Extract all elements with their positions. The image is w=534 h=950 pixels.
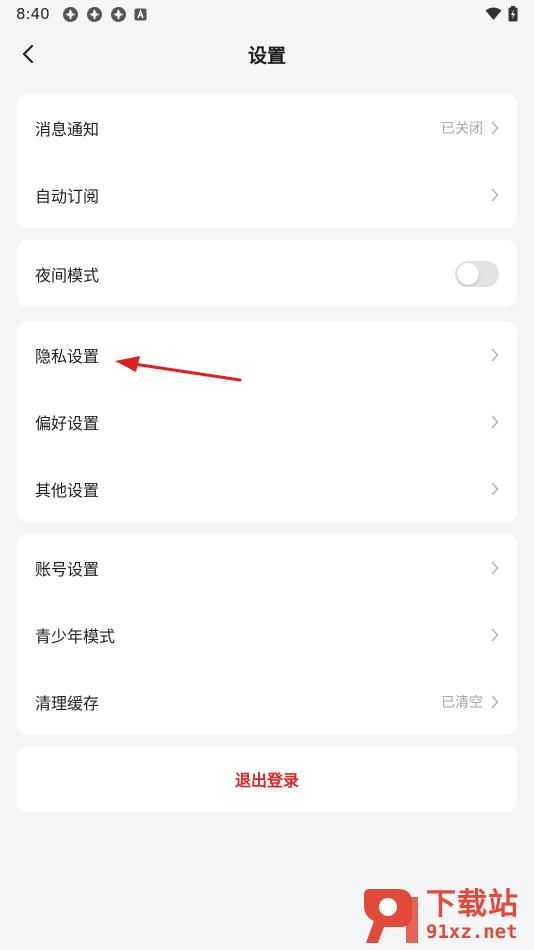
settings-item-label: 清理缓存	[35, 693, 100, 713]
settings-item-notifications[interactable]: 消息通知 已关闭	[17, 94, 517, 161]
settings-item-auto-subscribe[interactable]: 自动订阅	[17, 161, 517, 228]
settings-item-label: 自动订阅	[35, 186, 100, 206]
settings-item-label: 青少年模式	[35, 626, 116, 646]
chevron-right-icon	[491, 415, 499, 429]
wifi-icon	[485, 7, 502, 20]
night-mode-toggle[interactable]	[455, 260, 499, 287]
back-button[interactable]	[12, 38, 44, 70]
chevron-right-icon	[491, 695, 499, 709]
settings-item-preference[interactable]: 偏好设置	[17, 388, 517, 455]
chevron-right-icon	[491, 188, 499, 202]
status-system-icons	[485, 6, 518, 22]
chevron-right-icon	[491, 628, 499, 642]
settings-item-label: 夜间模式	[35, 265, 100, 285]
settings-item-account[interactable]: 账号设置	[17, 534, 517, 601]
settings-item-value: 已清空	[441, 694, 483, 711]
settings-group-notifications: 消息通知 已关闭 自动订阅	[17, 94, 517, 228]
watermark: 下载站 91xz.net	[360, 885, 530, 947]
settings-item-privacy[interactable]: 隐私设置	[17, 321, 517, 388]
settings-item-label: 消息通知	[35, 119, 100, 139]
settings-group-account: 账号设置 青少年模式 清理缓存 已清空	[17, 534, 517, 735]
chevron-right-icon	[491, 121, 499, 135]
chevron-right-icon	[491, 482, 499, 496]
nav-bar: 设置	[0, 28, 534, 80]
app-notification-icon	[62, 6, 78, 22]
a-letter-icon	[134, 8, 147, 20]
watermark-url: 91xz.net	[426, 921, 518, 943]
page-title: 设置	[247, 44, 286, 67]
status-bar: 8:40	[0, 0, 534, 28]
app-notification-icon	[110, 6, 126, 22]
settings-item-label: 隐私设置	[35, 346, 100, 366]
settings-item-clear-cache[interactable]: 清理缓存 已清空	[17, 668, 517, 735]
watermark-title: 下载站	[426, 887, 519, 922]
settings-group-preferences: 隐私设置 偏好设置 其他设置	[17, 321, 517, 522]
annotation-arrow-icon	[115, 356, 242, 382]
chevron-right-icon	[491, 561, 499, 575]
app-notification-icon	[86, 6, 102, 22]
settings-item-label: 其他设置	[35, 480, 100, 500]
battery-charging-icon	[508, 6, 518, 22]
settings-item-label: 账号设置	[35, 559, 100, 579]
chevron-left-icon	[22, 44, 34, 64]
status-time: 8:40	[16, 5, 50, 23]
settings-group-night-mode: 夜间模式	[17, 240, 517, 307]
logout-button[interactable]: 退出登录	[17, 746, 517, 812]
settings-item-teen-mode[interactable]: 青少年模式	[17, 601, 517, 668]
settings-item-label: 偏好设置	[35, 413, 100, 433]
status-notification-icons	[62, 6, 147, 23]
toggle-knob	[457, 262, 479, 285]
settings-item-value: 已关闭	[441, 120, 483, 137]
settings-item-other[interactable]: 其他设置	[17, 455, 517, 522]
logout-label: 退出登录	[234, 771, 299, 790]
watermark-logo-icon	[364, 889, 418, 943]
chevron-right-icon	[491, 348, 499, 362]
settings-item-night-mode: 夜间模式	[17, 240, 517, 307]
